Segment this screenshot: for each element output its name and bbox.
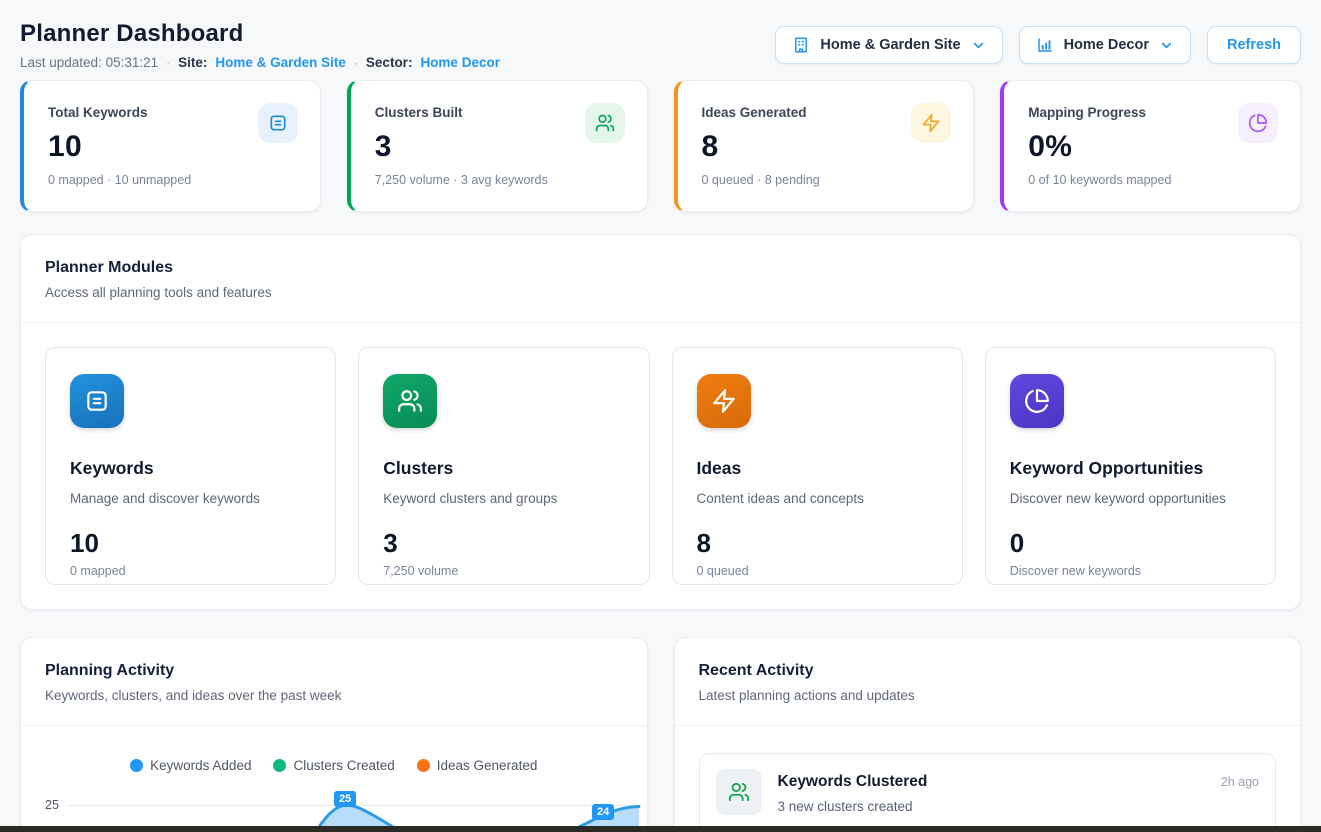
- recent-activity-header: Recent Activity Latest planning actions …: [675, 638, 1301, 725]
- site-selector-dropdown[interactable]: Home & Garden Site: [775, 26, 1002, 64]
- module-value: 0: [1010, 528, 1251, 559]
- page-header: Planner Dashboard Last updated: 05:31:21…: [20, 20, 1301, 70]
- planning-activity-panel: Planning Activity Keywords, clusters, an…: [20, 637, 648, 832]
- module-caption: 7,250 volume: [383, 564, 624, 578]
- users-icon: [716, 769, 762, 815]
- site-selector-value: Home & Garden Site: [820, 37, 960, 53]
- activity-list: Keywords Clustered 2h ago 3 new clusters…: [675, 726, 1301, 832]
- page-title: Planner Dashboard: [20, 20, 500, 48]
- module-caption: 0 mapped: [70, 564, 311, 578]
- modules-grid: Keywords Manage and discover keywords 10…: [21, 323, 1300, 609]
- activity-timestamp: 2h ago: [1221, 775, 1259, 789]
- legend-item-keywords-added[interactable]: Keywords Added: [130, 758, 251, 773]
- module-caption: Discover new keywords: [1010, 564, 1251, 578]
- module-value: 3: [383, 528, 624, 559]
- module-caption: 0 queued: [697, 564, 938, 578]
- chart-legend: Keywords Added Clusters Created Ideas Ge…: [21, 758, 647, 773]
- pie-chart-icon: [1010, 374, 1064, 428]
- meta-separator: ·: [354, 56, 358, 70]
- legend-label: Keywords Added: [150, 758, 251, 773]
- modules-panel-header: Planner Modules Access all planning tool…: [21, 235, 1300, 322]
- taskbar-edge: [0, 826, 1321, 832]
- meta-separator: ·: [166, 56, 170, 70]
- module-value: 8: [697, 528, 938, 559]
- site-label: Site:: [178, 55, 207, 70]
- recent-activity-subtitle: Latest planning actions and updates: [699, 688, 1277, 703]
- stat-caption: 0 queued · 8 pending: [702, 173, 952, 187]
- header-actions: Home & Garden Site Home Decor Refresh: [775, 26, 1301, 64]
- activity-top-row: Keywords Clustered 2h ago: [778, 773, 1260, 791]
- module-title: Ideas: [697, 458, 938, 479]
- header-left: Planner Dashboard Last updated: 05:31:21…: [20, 20, 500, 70]
- module-value: 10: [70, 528, 311, 559]
- module-title: Keyword Opportunities: [1010, 458, 1251, 479]
- activity-item-keywords-clustered: Keywords Clustered 2h ago 3 new clusters…: [699, 753, 1277, 832]
- users-icon: [585, 103, 625, 143]
- lightning-icon: [911, 103, 951, 143]
- planning-activity-subtitle: Keywords, clusters, and ideas over the p…: [45, 688, 623, 703]
- pie-chart-icon: [1238, 103, 1278, 143]
- modules-panel-subtitle: Access all planning tools and features: [45, 285, 1276, 300]
- module-title: Clusters: [383, 458, 624, 479]
- lightning-icon: [697, 374, 751, 428]
- stat-caption: 0 mapped · 10 unmapped: [48, 173, 298, 187]
- bottom-row: Planning Activity Keywords, clusters, an…: [20, 637, 1301, 832]
- stat-caption: 7,250 volume · 3 avg keywords: [375, 173, 625, 187]
- sector-selector-dropdown[interactable]: Home Decor: [1019, 26, 1191, 64]
- last-updated-text: Last updated: 05:31:21: [20, 55, 158, 70]
- module-card-ideas[interactable]: Ideas Content ideas and concepts 8 0 que…: [672, 347, 963, 585]
- header-meta: Last updated: 05:31:21 · Site: Home & Ga…: [20, 55, 500, 70]
- legend-item-clusters-created[interactable]: Clusters Created: [273, 758, 394, 773]
- module-description: Content ideas and concepts: [697, 491, 938, 506]
- legend-dot-icon: [273, 759, 286, 772]
- legend-dot-icon: [130, 759, 143, 772]
- legend-label: Clusters Created: [293, 758, 394, 773]
- planning-activity-title: Planning Activity: [45, 662, 623, 680]
- stat-card-total-keywords: Total Keywords 10 0 mapped · 10 unmapped: [20, 80, 321, 212]
- planner-modules-panel: Planner Modules Access all planning tool…: [20, 234, 1301, 610]
- legend-item-ideas-generated[interactable]: Ideas Generated: [417, 758, 538, 773]
- module-card-keyword-opportunities[interactable]: Keyword Opportunities Discover new keywo…: [985, 347, 1276, 585]
- planning-activity-header: Planning Activity Keywords, clusters, an…: [21, 638, 647, 725]
- divider: [21, 725, 647, 726]
- chevron-down-icon: [971, 38, 986, 53]
- module-title: Keywords: [70, 458, 311, 479]
- recent-activity-panel: Recent Activity Latest planning actions …: [674, 637, 1302, 832]
- site-link[interactable]: Home & Garden Site: [215, 55, 346, 70]
- y-axis-tick: 25: [45, 798, 59, 812]
- document-icon: [258, 103, 298, 143]
- module-description: Manage and discover keywords: [70, 491, 311, 506]
- legend-label: Ideas Generated: [437, 758, 538, 773]
- data-label-badge: 24: [592, 804, 614, 820]
- stat-card-ideas-generated: Ideas Generated 8 0 queued · 8 pending: [674, 80, 975, 212]
- stat-card-clusters-built: Clusters Built 3 7,250 volume · 3 avg ke…: [347, 80, 648, 212]
- sector-selector-value: Home Decor: [1064, 37, 1149, 53]
- chevron-down-icon: [1159, 38, 1174, 53]
- refresh-button[interactable]: Refresh: [1207, 26, 1301, 64]
- planner-dashboard-page: Planner Dashboard Last updated: 05:31:21…: [0, 0, 1321, 832]
- document-icon: [70, 374, 124, 428]
- bar-chart-icon: [1036, 36, 1054, 54]
- module-description: Keyword clusters and groups: [383, 491, 624, 506]
- stat-caption: 0 of 10 keywords mapped: [1028, 173, 1278, 187]
- module-card-keywords[interactable]: Keywords Manage and discover keywords 10…: [45, 347, 336, 585]
- module-description: Discover new keyword opportunities: [1010, 491, 1251, 506]
- sector-link[interactable]: Home Decor: [420, 55, 500, 70]
- refresh-button-label: Refresh: [1227, 37, 1281, 53]
- stat-card-mapping-progress: Mapping Progress 0% 0 of 10 keywords map…: [1000, 80, 1301, 212]
- legend-dot-icon: [417, 759, 430, 772]
- stats-row: Total Keywords 10 0 mapped · 10 unmapped…: [20, 80, 1301, 212]
- activity-title: Keywords Clustered: [778, 773, 928, 791]
- users-icon: [383, 374, 437, 428]
- building-icon: [792, 36, 810, 54]
- recent-activity-title: Recent Activity: [699, 662, 1277, 680]
- activity-description: 3 new clusters created: [778, 799, 1260, 814]
- data-label-badge: 25: [334, 791, 356, 807]
- activity-body: Keywords Clustered 2h ago 3 new clusters…: [778, 769, 1260, 814]
- modules-panel-title: Planner Modules: [45, 259, 1276, 277]
- sector-label: Sector:: [366, 55, 413, 70]
- module-card-clusters[interactable]: Clusters Keyword clusters and groups 3 7…: [358, 347, 649, 585]
